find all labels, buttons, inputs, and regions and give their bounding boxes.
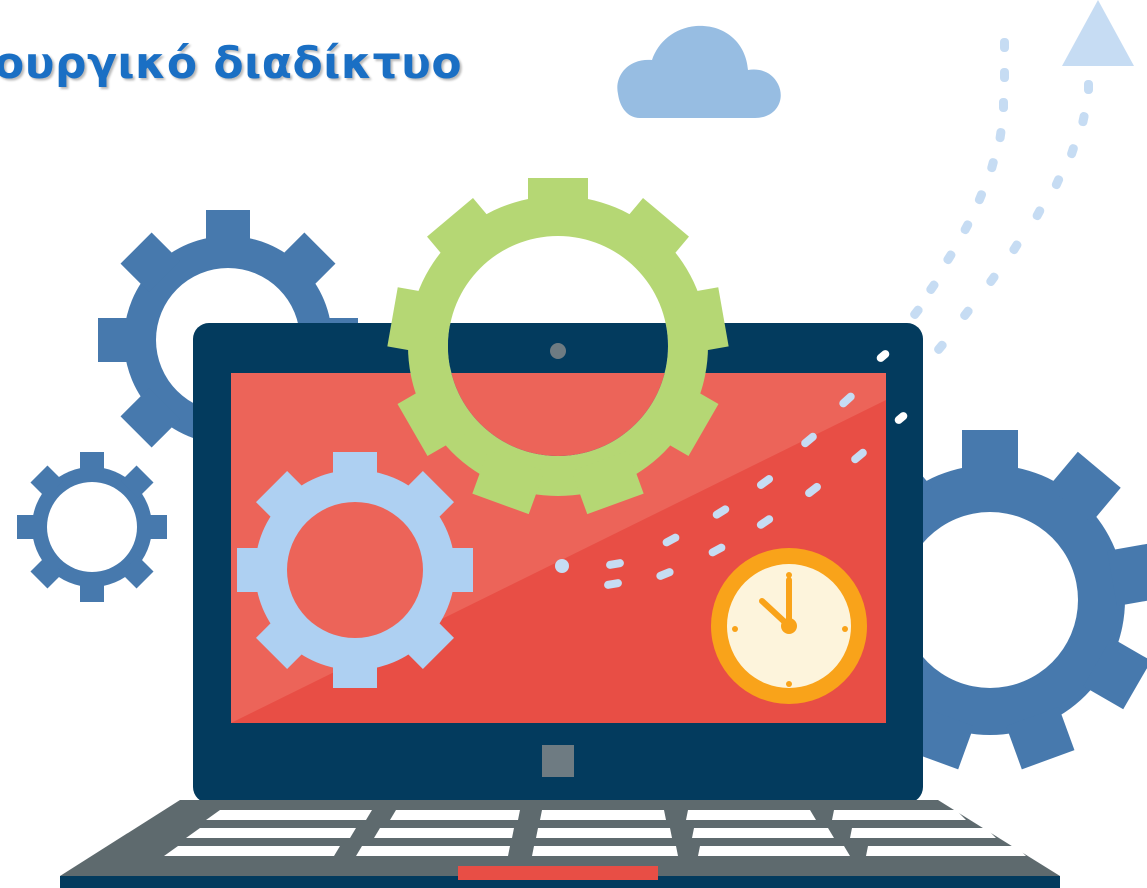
laptop-home-button [542, 745, 574, 777]
arrow-up-icon [1062, 0, 1134, 66]
laptop-keyboard [60, 800, 1060, 888]
clock-icon [711, 548, 867, 704]
gear-icon [237, 452, 473, 688]
gear-icon [17, 452, 167, 602]
cloud-icon [617, 25, 781, 119]
dashed-arrow-trail [910, 38, 1093, 354]
workflow-illustration [17, 0, 1147, 888]
